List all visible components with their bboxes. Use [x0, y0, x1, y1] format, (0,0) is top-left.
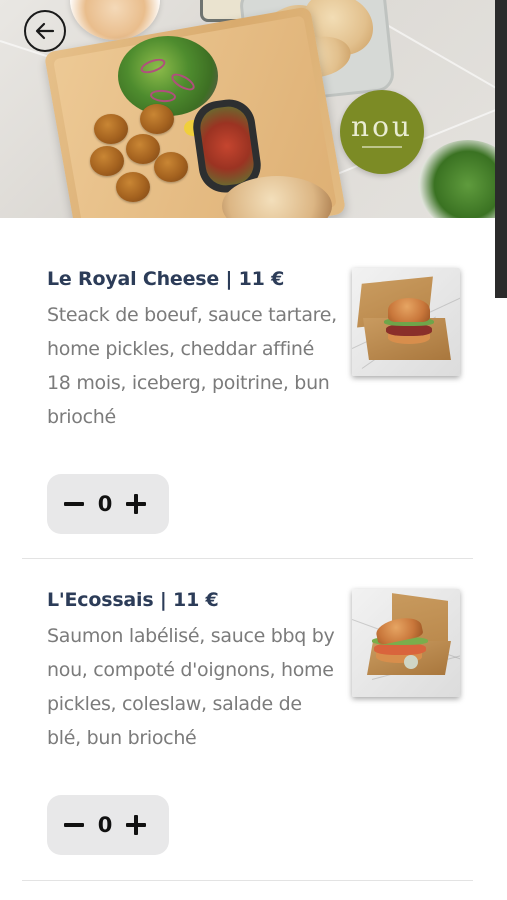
increment-button[interactable] — [123, 812, 149, 838]
herb-bowl — [418, 140, 495, 218]
minus-icon — [64, 823, 84, 827]
decrement-button[interactable] — [61, 812, 87, 838]
salad — [118, 36, 218, 116]
quantity-stepper: 0 — [47, 474, 169, 534]
menu-item: Le Royal Cheese | 11 € Steack de boeuf, … — [22, 268, 473, 538]
quantity-stepper: 0 — [47, 795, 169, 855]
hero-banner-image: nou — [0, 0, 495, 218]
restaurant-menu-page: nou Le Royal Cheese | 11 € Steack de boe… — [0, 0, 507, 900]
item-divider — [22, 880, 473, 881]
item-title: L'Ecossais | 11 € — [47, 589, 219, 611]
increment-button[interactable] — [123, 491, 149, 517]
quantity-value: 0 — [97, 813, 113, 837]
menu-item: L'Ecossais | 11 € Saumon labélisé, sauce… — [22, 589, 473, 859]
burger-box-photo[interactable] — [352, 268, 460, 376]
minus-icon — [64, 502, 84, 506]
decrement-button[interactable] — [61, 491, 87, 517]
logo-text: nou — [351, 110, 413, 143]
item-divider — [22, 558, 473, 559]
quantity-value: 0 — [97, 492, 113, 516]
item-description: Saumon labélisé, sauce bbq by nou, compo… — [47, 625, 335, 749]
item-description: Steack de boeuf, sauce tartare, home pic… — [47, 304, 337, 428]
back-button[interactable] — [24, 10, 66, 52]
salmon-burger-box-photo[interactable] — [352, 589, 460, 697]
arrow-left-icon — [35, 22, 55, 40]
nou-logo: nou — [340, 90, 424, 174]
item-title: Le Royal Cheese | 11 € — [47, 268, 285, 290]
scrollbar-thumb[interactable] — [495, 0, 507, 298]
